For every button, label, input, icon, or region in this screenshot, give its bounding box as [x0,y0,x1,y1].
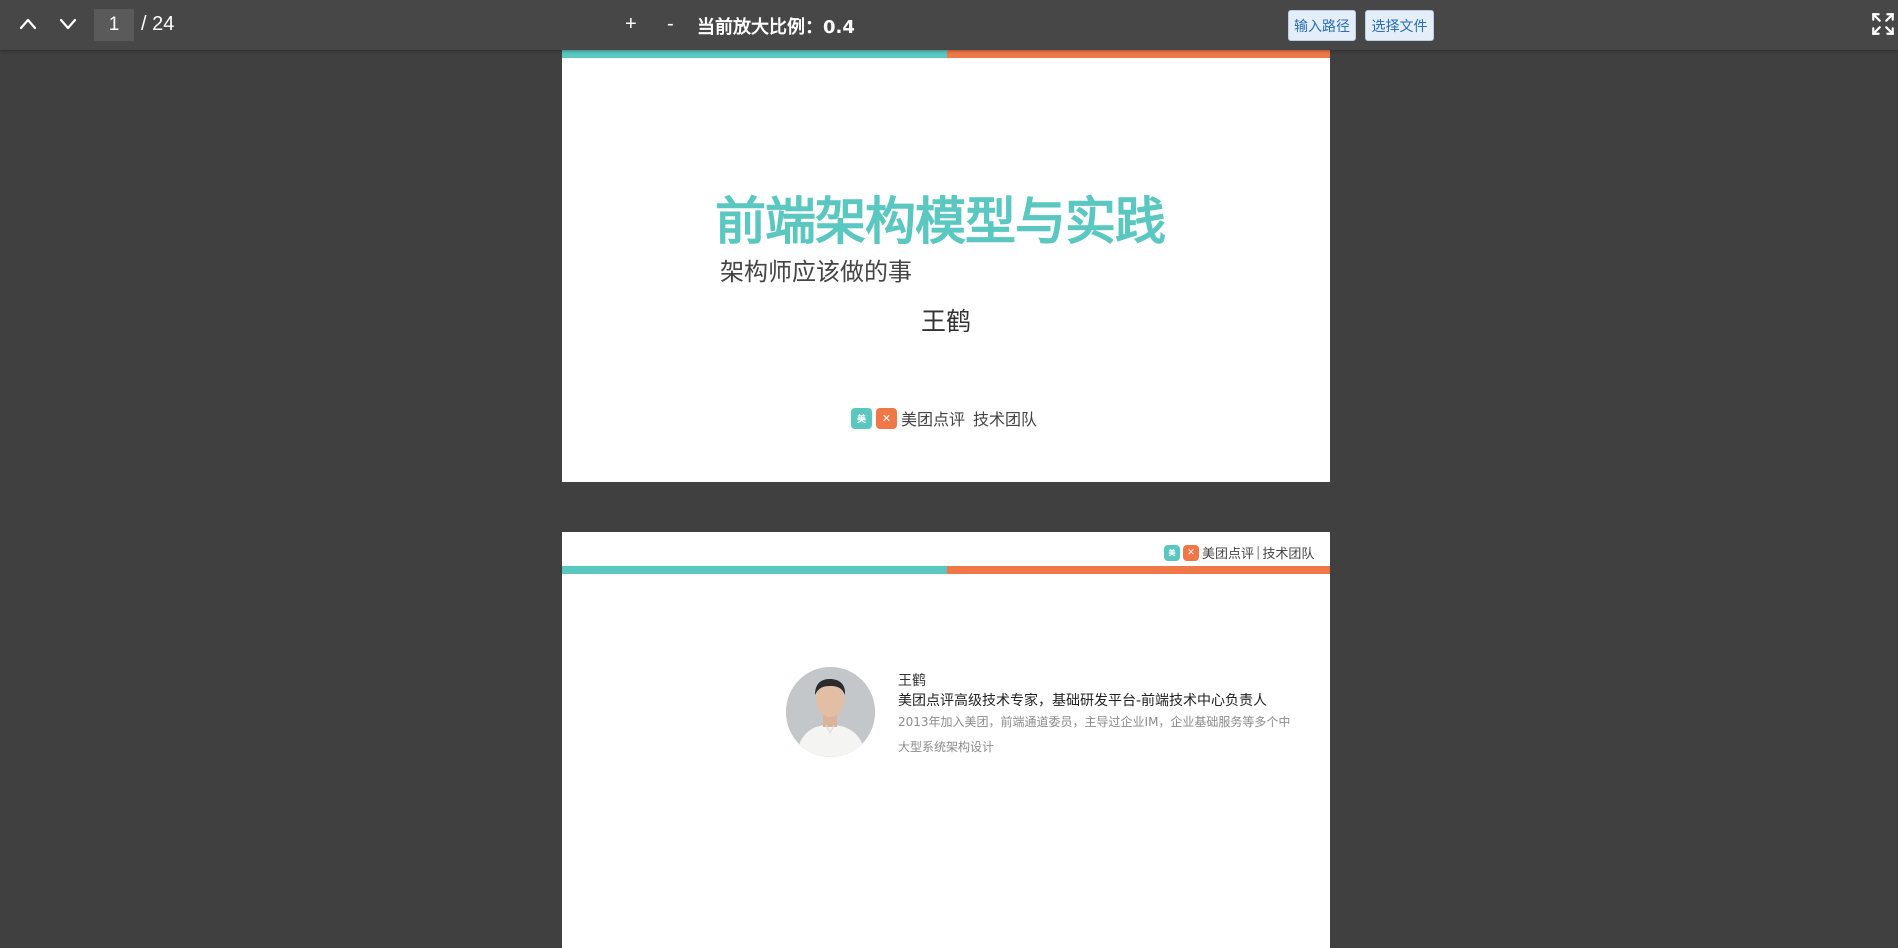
slide-page-2: 美 ✕ 美团点评 | 技术团队 王鹤 美团点评高级技术专家，基础研发平台-前端技… [562,532,1330,948]
company-logo: 美 ✕ 美团点评 技术团队 [851,406,1037,430]
chevron-down-icon [59,18,77,30]
dianping-logo-icon: ✕ [876,407,897,429]
slide-color-bar [562,566,1330,574]
slide-page-1: 前端架构模型与实践 架构师应该做的事 王鹤 美 ✕ 美团点评 技术团队 [562,50,1330,482]
zoom-level-label: 当前放大比例：0.4 [697,17,855,38]
chevron-up-icon [19,18,37,30]
logo-brand-text: 美团点评 [901,410,966,429]
dianping-logo-icon: ✕ [1183,544,1199,561]
logo-brand-text: 美团点评 [1202,547,1255,562]
logo-team-text: 技术团队 [1262,547,1315,562]
meituan-logo-icon: 美 [851,407,872,429]
next-page-button[interactable] [52,9,84,39]
speaker-bio: 2013年加入美团，前端通道委员，主导过企业IM，企业基础服务等多个中大型系统架… [898,715,1291,754]
slide-author: 王鹤 [920,307,971,336]
choose-file-button[interactable]: 选择文件 [1365,10,1434,41]
input-path-button[interactable]: 输入路径 [1288,10,1356,41]
page-number-input[interactable] [94,9,134,41]
slide-subtitle: 架构师应该做的事 [720,258,912,286]
zoom-in-button[interactable]: + [625,13,637,36]
person-photo-icon [786,667,875,757]
avatar [786,667,875,757]
company-logo: 美 ✕ 美团点评 | 技术团队 [1164,543,1314,562]
logo-team-text: 技术团队 [973,410,1038,429]
zoom-out-button[interactable]: - [667,13,674,36]
slide-color-bar [562,50,1330,58]
pdf-toolbar: / 24 + - 当前放大比例：0.4 输入路径 选择文件 [0,0,1898,50]
fullscreen-icon[interactable] [1870,11,1896,37]
speaker-name: 王鹤 [898,673,926,689]
speaker-role: 美团点评高级技术专家，基础研发平台-前端技术中心负责人 [898,693,1268,709]
previous-page-button[interactable] [12,9,44,39]
meituan-logo-icon: 美 [1164,544,1180,561]
page-total: / 24 [141,13,175,35]
slide-title: 前端架构模型与实践 [715,193,1166,252]
